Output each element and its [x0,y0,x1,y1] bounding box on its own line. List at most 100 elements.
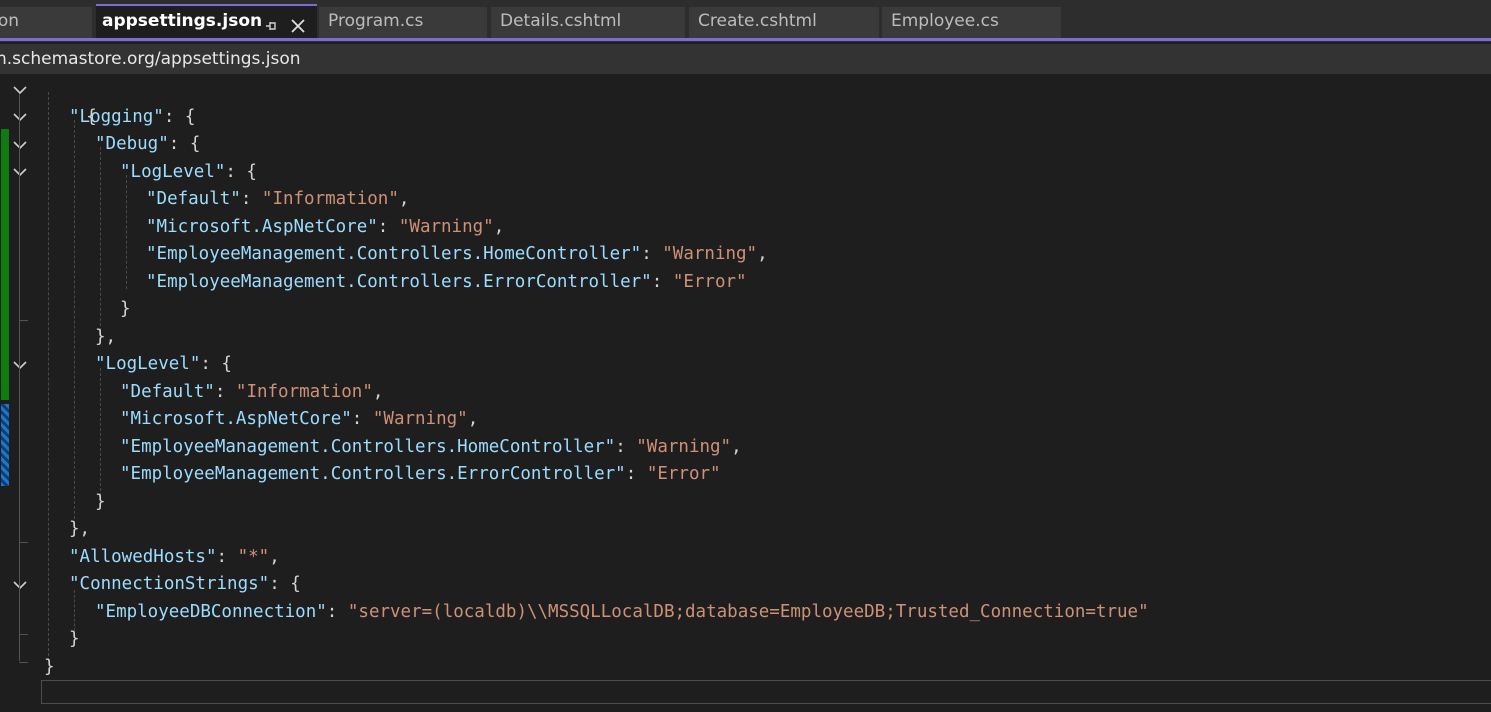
code-editor[interactable]: { "Logging": { "Debug": { "LogLevel": { … [0,76,1491,680]
code-line[interactable]: "Microsoft.AspNetCore": "Warning", [146,214,504,242]
code-line[interactable]: }, [69,516,90,544]
json-punctuation: : { [200,354,232,374]
tab-appsettings-development[interactable]: son [0,7,92,38]
tab-label: Details.cshtml [500,11,622,31]
json-key: "Microsoft.AspNetCore" [146,216,378,237]
tab-appsettings-json[interactable]: appsettings.json [96,4,317,39]
json-punctuation: , [467,409,479,429]
schema-url[interactable]: n.schemastore.org/appsettings.json [0,44,301,74]
json-punctuation: , [398,189,410,209]
tab-label: Program.cs [328,11,424,31]
json-punctuation: : [651,271,673,292]
json-string: "Error" [672,271,747,292]
json-string: "Error" [646,464,721,484]
json-string: "Warning" [398,216,494,237]
json-key: "EmployeeManagement.Controllers.HomeCont… [146,244,642,264]
json-key: "LogLevel" [95,354,201,374]
indent-guide [74,120,75,524]
code-line[interactable]: "LogLevel": { [120,159,257,187]
code-line[interactable]: "EmployeeManagement.Controllers.ErrorCon… [146,269,747,297]
code-line[interactable]: } [69,626,80,654]
code-line[interactable]: } [95,489,106,517]
json-key: "EmployeeManagement.Controllers.HomeCont… [120,436,616,457]
code-line[interactable]: "LogLevel": { [95,351,232,379]
code-line[interactable]: { [44,76,97,127]
code-line[interactable]: "Debug": { [95,131,200,159]
json-punctuation: : { [269,574,301,594]
code-line[interactable]: } [44,654,55,682]
code-line[interactable]: "EmployeeDBConnection": "server=(localdb… [95,599,1149,627]
json-key: "ConnectionStrings" [69,574,270,594]
json-punctuation: : [326,601,348,622]
json-string: "Warning" [372,409,468,429]
code-line[interactable]: "Default": "Information", [146,186,409,214]
pin-icon[interactable] [264,14,278,30]
json-punctuation: , [493,216,505,237]
code-line[interactable]: "ConnectionStrings": { [69,571,301,599]
json-key: "Default" [120,381,215,402]
code-line[interactable]: "AllowedHosts": "*", [69,544,280,572]
json-punctuation: , [731,436,742,457]
tab-label: son [0,11,20,31]
json-string: "Warning" [636,436,732,457]
code-line[interactable]: "Microsoft.AspNetCore": "Warning", [120,406,478,434]
tab-label: Create.cshtml [698,11,817,31]
json-punctuation: , [269,546,280,567]
json-schema-bar[interactable]: n.schemastore.org/appsettings.json [0,44,1491,74]
json-punctuation: } [44,656,55,677]
json-key: "Debug" [95,134,169,154]
json-punctuation: }, [69,519,91,539]
json-punctuation: : { [168,134,201,154]
json-key: "Microsoft.AspNetCore" [120,409,352,429]
tab-label: Employee.cs [891,11,999,31]
json-punctuation: }, [95,326,117,347]
json-punctuation: : [240,189,262,209]
json-key: "EmployeeManagement.Controllers.ErrorCon… [120,464,626,484]
tab-strip-accent-line [0,38,1491,41]
json-string: "server=(localdb)\\MSSQLLocalDB;database… [347,601,1149,622]
json-key: "Default" [146,189,241,209]
tab-details-cshtml[interactable]: Details.cshtml [491,7,685,38]
indent-guide [126,175,127,289]
json-punctuation: : [377,216,399,237]
document-tab-strip: son appsettings.json Program.cs Details.… [0,0,1491,42]
json-string: "Information" [235,381,373,402]
code-line[interactable]: "Default": "Information", [120,379,383,407]
json-punctuation: : [214,381,236,402]
json-punctuation: } [95,491,106,512]
tab-employee-cs[interactable]: Employee.cs [882,7,1061,38]
indent-guide [100,147,101,331]
json-punctuation: , [757,244,768,264]
json-string: "Information" [261,189,399,209]
code-line[interactable]: "EmployeeManagement.Controllers.HomeCont… [146,241,768,269]
tab-label: appsettings.json [102,11,263,31]
tab-create-cshtml[interactable]: Create.cshtml [689,7,879,38]
json-punctuation: : [216,546,238,567]
json-key: "LogLevel" [120,161,226,182]
json-key: "EmployeeDBConnection" [95,601,327,622]
json-punctuation: : [615,436,637,457]
json-key: "Logging" [69,106,164,127]
json-punctuation: : [641,244,663,264]
code-line[interactable]: "EmployeeManagement.Controllers.ErrorCon… [120,461,721,489]
json-punctuation: : { [225,161,257,182]
json-punctuation: } [120,299,131,319]
json-string: "*" [237,546,270,567]
json-punctuation: } [69,629,80,649]
close-icon[interactable] [290,14,306,33]
json-key: "EmployeeManagement.Controllers.ErrorCon… [146,271,652,292]
json-punctuation: , [372,381,384,402]
code-line[interactable]: } [120,296,131,324]
indent-guide [48,92,49,661]
code-line[interactable]: "Logging": { [69,104,195,132]
tab-program-cs[interactable]: Program.cs [319,7,487,38]
json-punctuation: : { [163,106,196,127]
code-line[interactable]: }, [95,324,116,352]
code-line[interactable]: "EmployeeManagement.Controllers.HomeCont… [120,434,742,462]
json-key: "AllowedHosts" [69,546,217,567]
json-punctuation: : [351,409,373,429]
bottom-input-strip[interactable] [41,680,1491,704]
indent-guide [100,368,101,496]
json-string: "Warning" [662,244,758,264]
json-punctuation: : [625,464,647,484]
